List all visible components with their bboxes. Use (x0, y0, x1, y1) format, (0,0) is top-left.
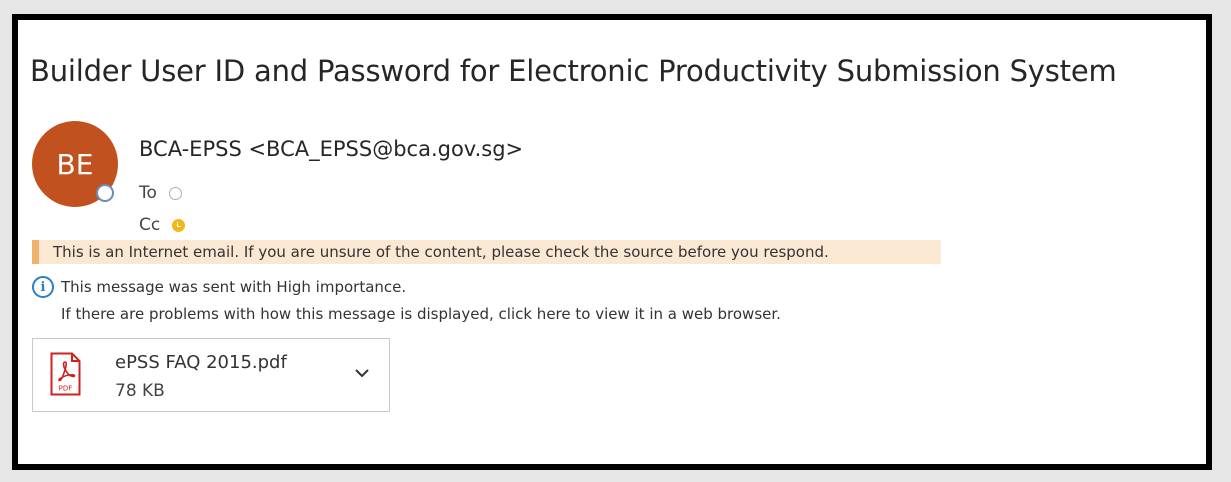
pdf-file-icon: PDF (50, 352, 81, 396)
external-email-warning: This is an Internet email. If you are un… (32, 240, 941, 264)
warning-text: This is an Internet email. If you are un… (53, 243, 829, 261)
attachment-card[interactable]: PDF ePSS FAQ 2015.pdf 78 KB (32, 338, 390, 412)
cc-line: Cc (139, 215, 186, 235)
presence-status-icon (96, 184, 114, 202)
email-subject: Builder User ID and Password for Electro… (30, 54, 1117, 88)
to-line: To (139, 183, 182, 203)
cc-label: Cc (139, 215, 161, 235)
info-icon: i (32, 276, 54, 298)
sender-initials: BE (56, 147, 94, 181)
away-status-icon[interactable] (172, 218, 186, 232)
chevron-down-icon[interactable] (353, 366, 371, 380)
view-in-browser-link[interactable]: If there are problems with how this mess… (61, 305, 781, 323)
pdf-icon-label: PDF (59, 385, 73, 393)
attachment-name: ePSS FAQ 2015.pdf (115, 352, 287, 373)
sender-name[interactable]: BCA-EPSS <BCA_EPSS@bca.gov.sg> (139, 137, 523, 161)
attachment-size: 78 KB (115, 381, 165, 401)
recipient-presence-icon[interactable] (168, 186, 182, 200)
to-label: To (139, 183, 157, 203)
importance-notice: This message was sent with High importan… (61, 278, 407, 296)
